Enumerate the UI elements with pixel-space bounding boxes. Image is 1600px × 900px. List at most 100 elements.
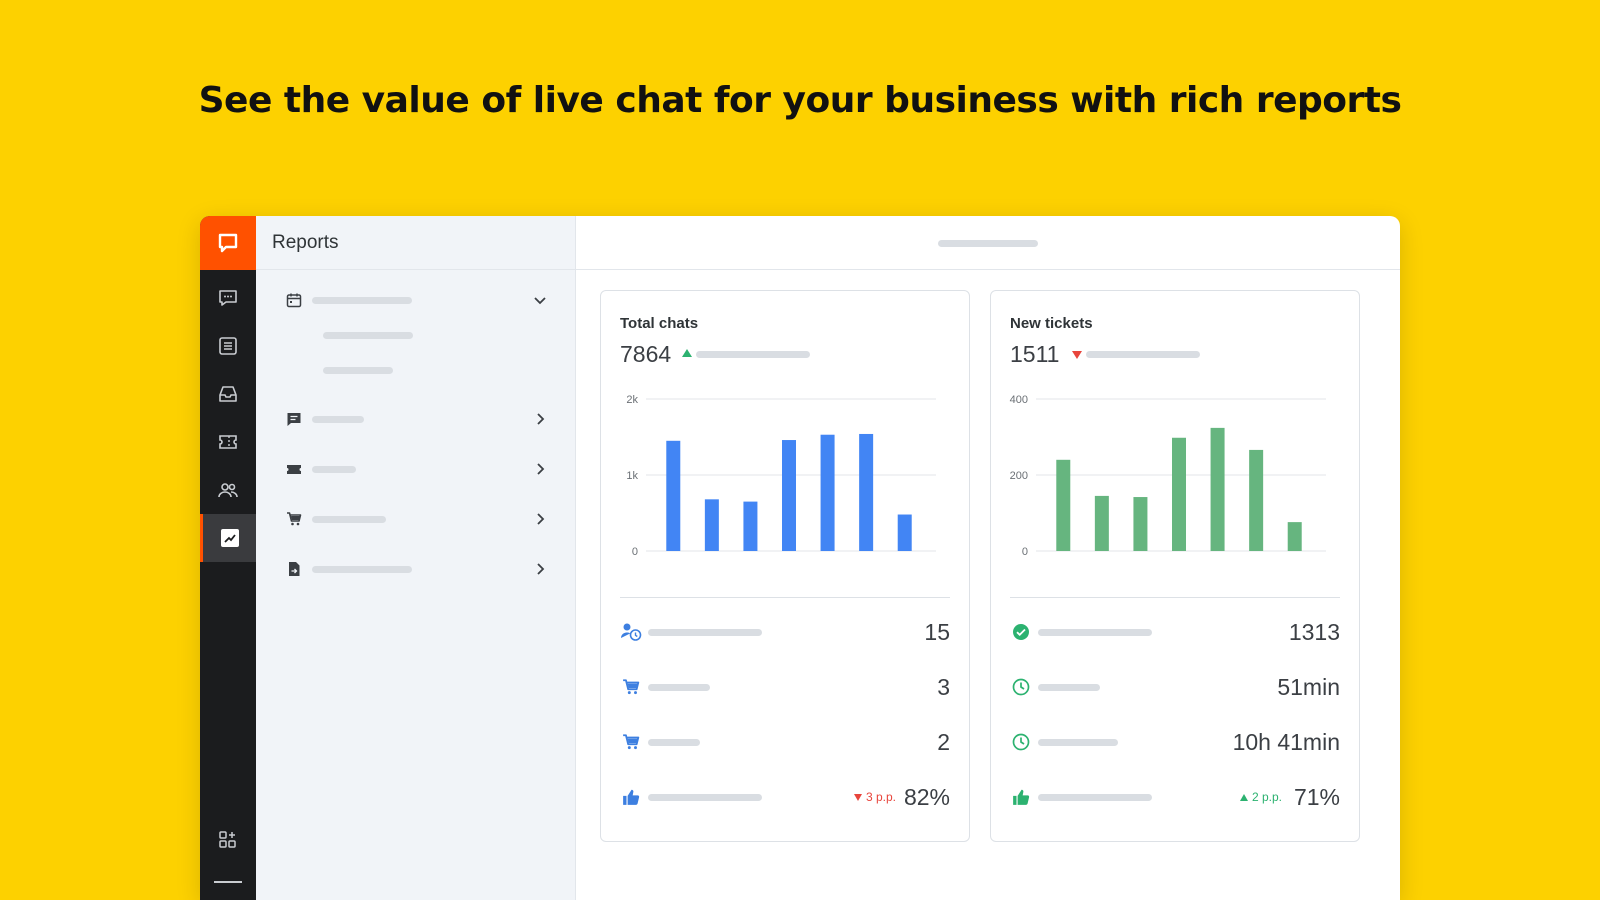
- chart-bar[interactable]: [1172, 437, 1186, 551]
- reports-icon: [220, 529, 239, 547]
- chart-bar[interactable]: [1210, 427, 1225, 551]
- sidebar-subitem[interactable]: [323, 367, 393, 374]
- user-clock-icon: [620, 621, 642, 643]
- rail-chats[interactable]: [200, 274, 256, 322]
- metric-delta: 2 p.p.: [1239, 790, 1282, 804]
- chevron-right-icon: [537, 463, 545, 475]
- sidebar-item-export[interactable]: [286, 557, 548, 581]
- chart-bar[interactable]: [820, 434, 835, 551]
- chart-bar[interactable]: [782, 440, 796, 551]
- file-export-icon: [289, 562, 300, 576]
- sidebar-item-placeholder: [312, 515, 386, 523]
- chats-bar-chart: 0 1k 2k: [626, 394, 936, 558]
- chat-icon: [219, 290, 237, 306]
- sidebar-item-date-range[interactable]: [286, 288, 548, 312]
- clock-icon: [1010, 676, 1032, 698]
- chart-bar[interactable]: [666, 440, 681, 551]
- icon-rail: [200, 216, 256, 900]
- cart-icon: [620, 731, 642, 753]
- metric-value: 2: [937, 728, 950, 755]
- trend-down-icon: [1072, 351, 1082, 359]
- metric-row: 3: [620, 672, 950, 702]
- top-bar: [576, 216, 1400, 270]
- metric-row: 10h 41min: [1010, 727, 1340, 757]
- metric-row: 51min: [1010, 672, 1340, 702]
- chart-bar[interactable]: [1056, 459, 1071, 551]
- metric-value: 71%: [1293, 783, 1340, 810]
- y-tick-label: 0: [1022, 546, 1028, 558]
- card-new-tickets: New tickets 1511 0 200 400 1313 51min 10…: [990, 290, 1360, 842]
- sidebar-item-placeholder: [312, 465, 356, 473]
- chart-bar[interactable]: [704, 499, 719, 551]
- chart-bar[interactable]: [1094, 495, 1109, 551]
- chart-bar[interactable]: [743, 501, 758, 551]
- chevron-right-icon: [537, 513, 545, 525]
- rail-reports[interactable]: [200, 514, 256, 562]
- metric-label-placeholder: [1038, 683, 1100, 691]
- chart-bar[interactable]: [1287, 522, 1302, 551]
- rail-menu[interactable]: [200, 864, 256, 900]
- logo-icon: [218, 233, 238, 253]
- metric-value: 51min: [1277, 673, 1340, 700]
- sidebar-subitem[interactable]: [323, 332, 413, 339]
- logo[interactable]: [200, 216, 256, 270]
- chevron-down-icon: [534, 297, 546, 305]
- metric-delta-value: 2 p.p.: [1251, 790, 1282, 804]
- sidebar-item-chats[interactable]: [286, 407, 548, 431]
- y-tick-label: 2k: [626, 394, 638, 406]
- sidebar-title: Reports: [256, 216, 575, 270]
- thumbs-up-icon: [620, 786, 642, 808]
- rail-archives[interactable]: [200, 322, 256, 370]
- cart-icon: [287, 512, 302, 526]
- card-divider: [1010, 597, 1340, 598]
- chart-bar[interactable]: [1249, 449, 1264, 551]
- ticket-icon: [287, 465, 301, 474]
- metric-row: 2: [620, 727, 950, 757]
- card-value: 1511: [1010, 341, 1060, 367]
- sidebar-item-placeholder: [312, 565, 412, 573]
- metric-delta: 3 p.p.: [853, 790, 896, 804]
- card-title: New tickets: [1010, 315, 1093, 332]
- metric-value: 3: [937, 673, 950, 700]
- rail-customers[interactable]: [200, 466, 256, 514]
- ticket-icon: [219, 435, 237, 449]
- calendar-icon: [286, 293, 302, 308]
- list-icon: [219, 337, 237, 355]
- metric-value: 82%: [903, 783, 950, 810]
- reports-sidebar: Reports: [256, 216, 576, 900]
- rail-apps[interactable]: [200, 816, 256, 864]
- trend-up-icon: [1239, 793, 1248, 801]
- metric-value: 1313: [1288, 618, 1340, 645]
- sidebar-item-tickets[interactable]: [286, 457, 548, 481]
- metric-label-placeholder: [1038, 628, 1152, 636]
- metric-value: 10h 41min: [1232, 728, 1340, 755]
- sidebar-item-sales[interactable]: [286, 507, 548, 531]
- metric-label-placeholder: [1038, 738, 1118, 746]
- card-divider: [620, 597, 950, 598]
- y-tick-label: 0: [632, 546, 638, 558]
- chart-bar[interactable]: [1133, 497, 1148, 551]
- inbox-icon: [219, 386, 237, 402]
- metric-label-placeholder: [648, 738, 700, 746]
- card-subtitle-placeholder: [696, 351, 810, 358]
- app-window: Reports Total chats 7864 0 1k 2k 15 3 2 …: [200, 216, 1400, 900]
- y-tick-label: 200: [1010, 470, 1028, 482]
- rail-tickets[interactable]: [200, 418, 256, 466]
- metric-delta-value: 3 p.p.: [865, 790, 896, 804]
- thumbs-up-icon: [1010, 786, 1032, 808]
- metric-value: 15: [924, 618, 950, 645]
- chart-bar[interactable]: [897, 514, 912, 551]
- chevron-right-icon: [537, 563, 545, 575]
- card-value: 7864: [620, 341, 672, 367]
- metric-row: 1313: [1010, 617, 1340, 647]
- metric-row: 15: [620, 617, 950, 647]
- chart-bar[interactable]: [859, 433, 874, 551]
- card-total-chats: Total chats 7864 0 1k 2k 15 3 2 3 p.p. 8…: [600, 290, 970, 842]
- metric-label-placeholder: [1038, 793, 1152, 801]
- headline: See the value of live chat for your busi…: [198, 80, 1402, 121]
- trend-up-icon: [682, 349, 692, 357]
- tickets-bar-chart: 0 200 400: [1010, 394, 1326, 558]
- people-icon: [218, 483, 238, 498]
- metric-label-placeholder: [648, 683, 710, 691]
- rail-inbox[interactable]: [200, 370, 256, 418]
